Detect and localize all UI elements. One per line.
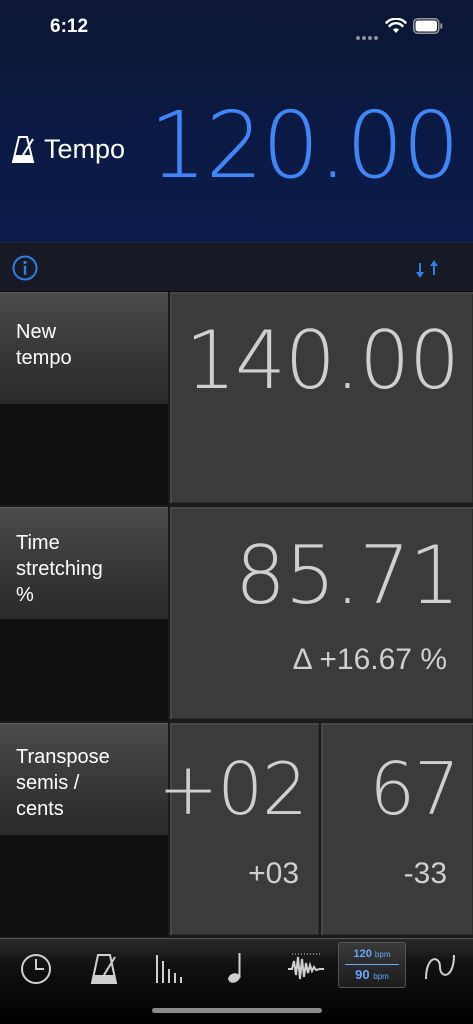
tempo-converter-tab[interactable]: 120 bpm 90 bpm	[338, 942, 406, 988]
status-time: 6:12	[50, 16, 89, 37]
home-indicator[interactable]	[152, 1008, 322, 1013]
label-filler	[0, 619, 168, 721]
new-tempo-label-cell[interactable]: New tempo	[0, 292, 168, 404]
bpm-bottom: 90 bpm	[339, 967, 405, 982]
bpm-bottom-unit: bpm	[373, 972, 389, 981]
label-line: stretching	[16, 558, 103, 580]
info-bar	[0, 242, 473, 292]
tempo-value[interactable]: 120.00	[149, 92, 460, 199]
label-line: New	[16, 321, 57, 343]
transpose-label-cell[interactable]: Transpose semis / cents	[0, 723, 168, 835]
bpm-top: 120 bpm	[339, 948, 405, 960]
time-stretching-value: 85.71	[234, 529, 460, 622]
new-tempo-row: New tempo 140.00	[0, 292, 473, 505]
time-stretching-value-cell[interactable]: 85.71 Δ +16.67 %	[170, 507, 473, 719]
battery-icon	[413, 18, 443, 34]
label-filler	[0, 404, 168, 505]
divider	[345, 964, 399, 965]
new-tempo-value: 140.00	[185, 314, 460, 407]
label-line: cents	[16, 798, 64, 820]
status-bar: 6:12	[0, 0, 473, 54]
semis-value: +02	[158, 747, 308, 831]
semis-value-cell[interactable]: +02 +03	[158, 723, 319, 935]
note-icon[interactable]	[217, 945, 257, 985]
waveform-icon[interactable]	[286, 945, 326, 985]
new-tempo-value-cell[interactable]: 140.00	[170, 292, 473, 503]
time-stretching-label-cell[interactable]: Time stretching %	[0, 507, 168, 619]
semis-sub-value: +03	[248, 857, 299, 890]
time-stretching-row: Time stretching % 85.71 Δ +16.67 %	[0, 507, 473, 721]
label-filler	[0, 835, 168, 937]
signal-icon	[356, 27, 382, 40]
transpose-label: Transpose semis / cents	[16, 744, 110, 822]
cents-value-cell[interactable]: 67 -33	[321, 723, 473, 935]
bpm-top-unit: bpm	[374, 950, 391, 959]
metronome-tool-icon[interactable]	[84, 945, 124, 985]
time-stretching-label: Time stretching %	[16, 530, 103, 608]
sine-wave-icon[interactable]	[420, 945, 460, 985]
label-line: Time	[16, 532, 60, 554]
label-line: %	[16, 584, 34, 606]
label-line: tempo	[16, 347, 72, 369]
time-stretching-delta: Δ +16.67 %	[292, 643, 447, 676]
label-line: semis /	[16, 772, 80, 794]
metronome-icon	[11, 136, 35, 163]
bpm-top-value: 120	[353, 948, 372, 960]
clock-icon[interactable]	[16, 945, 56, 985]
wifi-icon	[385, 18, 407, 33]
tempo-label: Tempo	[44, 134, 126, 164]
cents-sub-value: -33	[403, 857, 447, 890]
bpm-bottom-value: 90	[355, 967, 370, 982]
transpose-row: Transpose semis / cents +02 +03 67 -33	[0, 723, 473, 937]
new-tempo-label: New tempo	[16, 319, 72, 371]
cents-value: 67	[369, 747, 460, 831]
bars-icon[interactable]	[150, 945, 190, 985]
sort-icon[interactable]	[414, 257, 440, 281]
tempo-header: 6:12 Tempo 120.00	[0, 0, 473, 242]
info-icon[interactable]	[12, 255, 38, 281]
label-line: Transpose	[16, 746, 110, 768]
